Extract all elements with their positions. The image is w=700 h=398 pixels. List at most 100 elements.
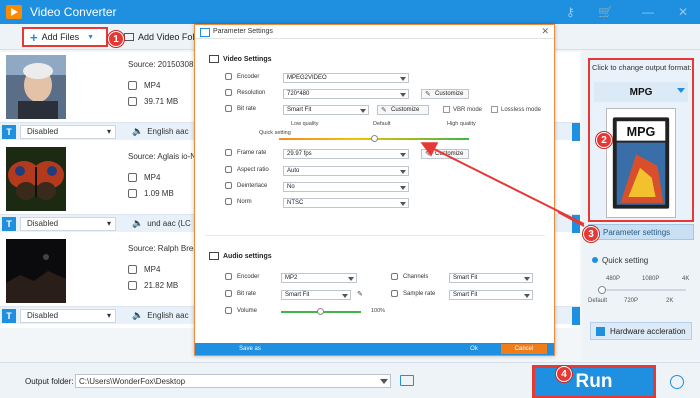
resolution-row: Resolution	[225, 89, 265, 96]
chevron-down-icon: ▾	[106, 311, 111, 320]
audio-settings-title: Audio settings	[223, 252, 272, 260]
output-folder-value: C:\Users\WonderFox\Desktop	[79, 376, 186, 386]
resolution-label: Resolution	[237, 89, 266, 96]
volume-slider[interactable]	[281, 308, 361, 315]
resolution-customize-button[interactable]: Customize	[421, 89, 469, 99]
norm-select[interactable]: NTSC	[283, 198, 409, 208]
aspect-ratio-select[interactable]: Auto	[283, 166, 409, 176]
chevron-down-icon	[342, 294, 348, 298]
add-folder-button[interactable]: Add Video Fold	[124, 32, 199, 42]
chevron-down-icon	[360, 109, 366, 113]
close-icon[interactable]: ✕	[541, 26, 549, 37]
vbr-mode-checkbox[interactable]: VBR mode	[443, 106, 482, 113]
add-files-button[interactable]: + Add Files ▼	[22, 27, 108, 47]
deinterlace-select[interactable]: No	[283, 182, 409, 192]
quick-setting-knob[interactable]	[598, 286, 606, 294]
deinterlace-icon	[225, 182, 232, 189]
video-thumbnail	[6, 147, 66, 211]
video-thumbnail	[6, 55, 66, 119]
speaker-icon: 🔈	[132, 126, 144, 136]
lossless-mode-checkbox[interactable]: Lossless mode	[491, 106, 541, 113]
hardware-acceleration-button[interactable]: Hardware accleration	[590, 322, 692, 340]
parameter-settings-button[interactable]: Parameter settings	[588, 224, 694, 240]
bitrate-customize-button[interactable]: Customize	[377, 105, 429, 115]
volume-slider-knob[interactable]	[317, 308, 324, 315]
video-encoder-select[interactable]: MPEG2VIDEO	[283, 73, 409, 83]
file-size-icon	[128, 96, 137, 106]
run-label: Run	[575, 371, 613, 392]
audio-track-select[interactable]: 🔈 English aac	[132, 126, 189, 137]
audio-track-select[interactable]: 🔈 und aac (LC	[132, 218, 191, 229]
section-divider	[205, 235, 545, 236]
video-settings-icon	[209, 55, 219, 63]
audio-track-value: English aac	[147, 127, 189, 136]
run-button[interactable]: Run	[532, 365, 656, 398]
format-image-text: MPG	[627, 125, 656, 139]
close-icon[interactable]: ✕	[678, 5, 688, 19]
vbr-mode-label: VBR mode	[453, 106, 483, 113]
ok-button[interactable]: Ok	[451, 344, 497, 354]
sample-rate-row: Sample rate	[391, 290, 435, 297]
sample-rate-value: Smart Fit	[453, 292, 478, 298]
volume-icon	[225, 307, 232, 314]
save-as-button[interactable]: Save as	[225, 344, 275, 354]
encoder-icon	[225, 73, 232, 80]
quality-slider[interactable]	[279, 135, 469, 142]
channels-value: Smart Fit	[453, 275, 478, 281]
output-format-name[interactable]: MPG	[594, 82, 688, 102]
key-icon[interactable]: ⚷	[566, 5, 575, 19]
chevron-down-icon[interactable]	[380, 379, 388, 384]
subtitle-icon: T	[2, 124, 16, 139]
file-size: 21.82 MB	[144, 280, 179, 290]
deinterlace-value: No	[287, 184, 295, 190]
quick-label-720p: 720P	[624, 298, 639, 304]
channels-select[interactable]: Smart Fit	[449, 273, 533, 283]
speaker-icon: 🔈	[132, 310, 144, 320]
chevron-down-icon[interactable]: ▼	[87, 34, 94, 41]
output-folder-input[interactable]: C:\Users\WonderFox\Desktop	[75, 374, 391, 388]
subtitle-select[interactable]: Disabled ▾	[20, 216, 116, 231]
subtitle-select[interactable]: Disabled ▾	[20, 124, 116, 139]
chevron-down-icon: ▾	[106, 127, 111, 136]
chevron-down-icon	[400, 202, 406, 206]
cart-icon[interactable]: 🛒	[598, 5, 613, 19]
quality-slider-knob[interactable]	[371, 135, 378, 142]
edit-icon[interactable]: ✎	[357, 290, 363, 298]
audio-bitrate-icon	[225, 290, 232, 297]
dialog-title: Parameter Settings	[213, 28, 273, 35]
file-info: Source: Ralph Brea MP4 21.82 MB	[128, 244, 198, 293]
video-settings-title: Video Settings	[223, 55, 272, 63]
cancel-button[interactable]: Cancel	[501, 344, 547, 354]
step-badge-1: 1	[108, 31, 124, 47]
bitrate-row: Bit rate	[225, 105, 256, 112]
customize-label: Customize	[435, 151, 464, 157]
audio-track-select[interactable]: 🔈 English aac	[132, 310, 189, 321]
format-icon	[128, 172, 137, 182]
sample-rate-select[interactable]: Smart Fit	[449, 290, 533, 300]
customize-label: Customize	[435, 91, 464, 97]
audio-encoder-row: Encoder	[225, 273, 259, 280]
alarm-clock-icon[interactable]	[670, 375, 684, 389]
chevron-down-icon	[400, 170, 406, 174]
audio-bitrate-select[interactable]: Smart Fit	[281, 290, 351, 300]
checkbox-box	[443, 106, 450, 113]
subtitle-select[interactable]: Disabled ▾	[20, 308, 116, 323]
open-folder-icon[interactable]	[400, 375, 414, 386]
chevron-down-icon	[348, 277, 354, 281]
norm-label: Norm	[237, 198, 252, 205]
norm-value: NTSC	[287, 200, 304, 206]
ok-label: Ok	[470, 346, 478, 352]
quality-high-label: High quality	[447, 121, 476, 127]
framerate-customize-button[interactable]: Customize	[421, 149, 469, 159]
resolution-select[interactable]: 720*480	[283, 89, 409, 99]
chevron-down-icon	[400, 153, 406, 157]
video-bitrate-select[interactable]: Smart Fit	[283, 105, 369, 115]
bottom-bar: Output folder: C:\Users\WonderFox\Deskto…	[0, 362, 700, 398]
quick-setting-slider[interactable]	[598, 286, 686, 294]
norm-row: Norm	[225, 198, 252, 205]
framerate-select[interactable]: 29.97 fps	[283, 149, 409, 159]
audio-encoder-select[interactable]: MP2	[281, 273, 357, 283]
minimize-icon[interactable]: —	[642, 5, 654, 19]
volume-row: Volume	[225, 307, 257, 314]
sample-rate-label: Sample rate	[403, 290, 436, 297]
